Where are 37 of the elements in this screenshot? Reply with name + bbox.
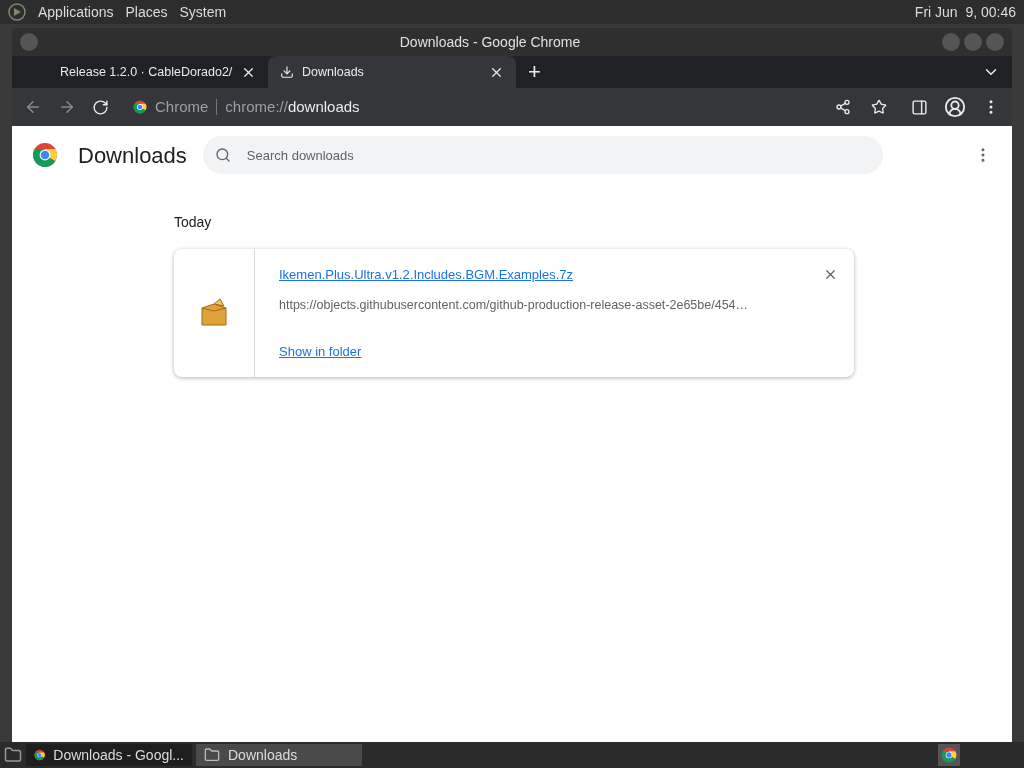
panel-menu[interactable]: System xyxy=(179,1,227,23)
browser-tab[interactable]: Release 1.2.0 · CableDorado2/ xyxy=(20,56,268,88)
clock: Fri Jun 9, 00:46 xyxy=(914,2,1016,22)
panel-menu[interactable]: Applications xyxy=(38,1,114,23)
forward-icon[interactable] xyxy=(58,98,76,116)
site-label: Chrome xyxy=(155,96,209,117)
menu-logo-icon[interactable] xyxy=(8,3,26,21)
chrome-icon xyxy=(34,747,46,763)
tab-title: Downloads xyxy=(302,63,365,81)
back-icon[interactable] xyxy=(24,98,42,116)
file-link[interactable]: Ikemen.Plus.Ultra.v1.2.Includes.BGM.Examples.7z xyxy=(279,265,574,285)
page-title: Downloads xyxy=(78,141,187,170)
desktop-icon[interactable] xyxy=(4,746,22,764)
chrome-tray-icon xyxy=(941,747,957,763)
tab-title: Release 1.2.0 · CableDorado2/ xyxy=(60,63,233,81)
taskbar-item[interactable]: Downloads - Googl... xyxy=(26,744,192,766)
chrome-icon xyxy=(133,100,147,114)
source-url: https://objects.githubusercontent.com/github-production-release-asset-2e65be/454… xyxy=(279,296,750,314)
date-heading: Today xyxy=(174,213,213,232)
share-icon[interactable] xyxy=(835,99,851,115)
package-icon xyxy=(200,298,228,328)
show-in-folder-link[interactable]: Show in folder xyxy=(279,342,362,362)
search-field[interactable]: Search downloads xyxy=(202,136,883,174)
url-text: chrome://downloads xyxy=(225,96,360,117)
side-panel-icon[interactable] xyxy=(911,98,928,116)
chrome-logo-icon xyxy=(32,142,58,168)
profile-icon[interactable] xyxy=(944,96,966,118)
window-title: Downloads - Google Chrome xyxy=(398,32,582,52)
taskbar-item[interactable]: Downloads xyxy=(196,744,362,766)
search-icon xyxy=(214,147,231,163)
reload-icon[interactable] xyxy=(92,98,109,116)
bookmark-star-icon[interactable] xyxy=(871,99,887,115)
folder-icon xyxy=(204,747,220,763)
panel-menu[interactable]: Places xyxy=(125,1,168,23)
browser-tab[interactable]: Downloads xyxy=(268,56,516,88)
download-icon xyxy=(280,65,294,79)
new-tab-button[interactable]: + xyxy=(528,61,541,83)
